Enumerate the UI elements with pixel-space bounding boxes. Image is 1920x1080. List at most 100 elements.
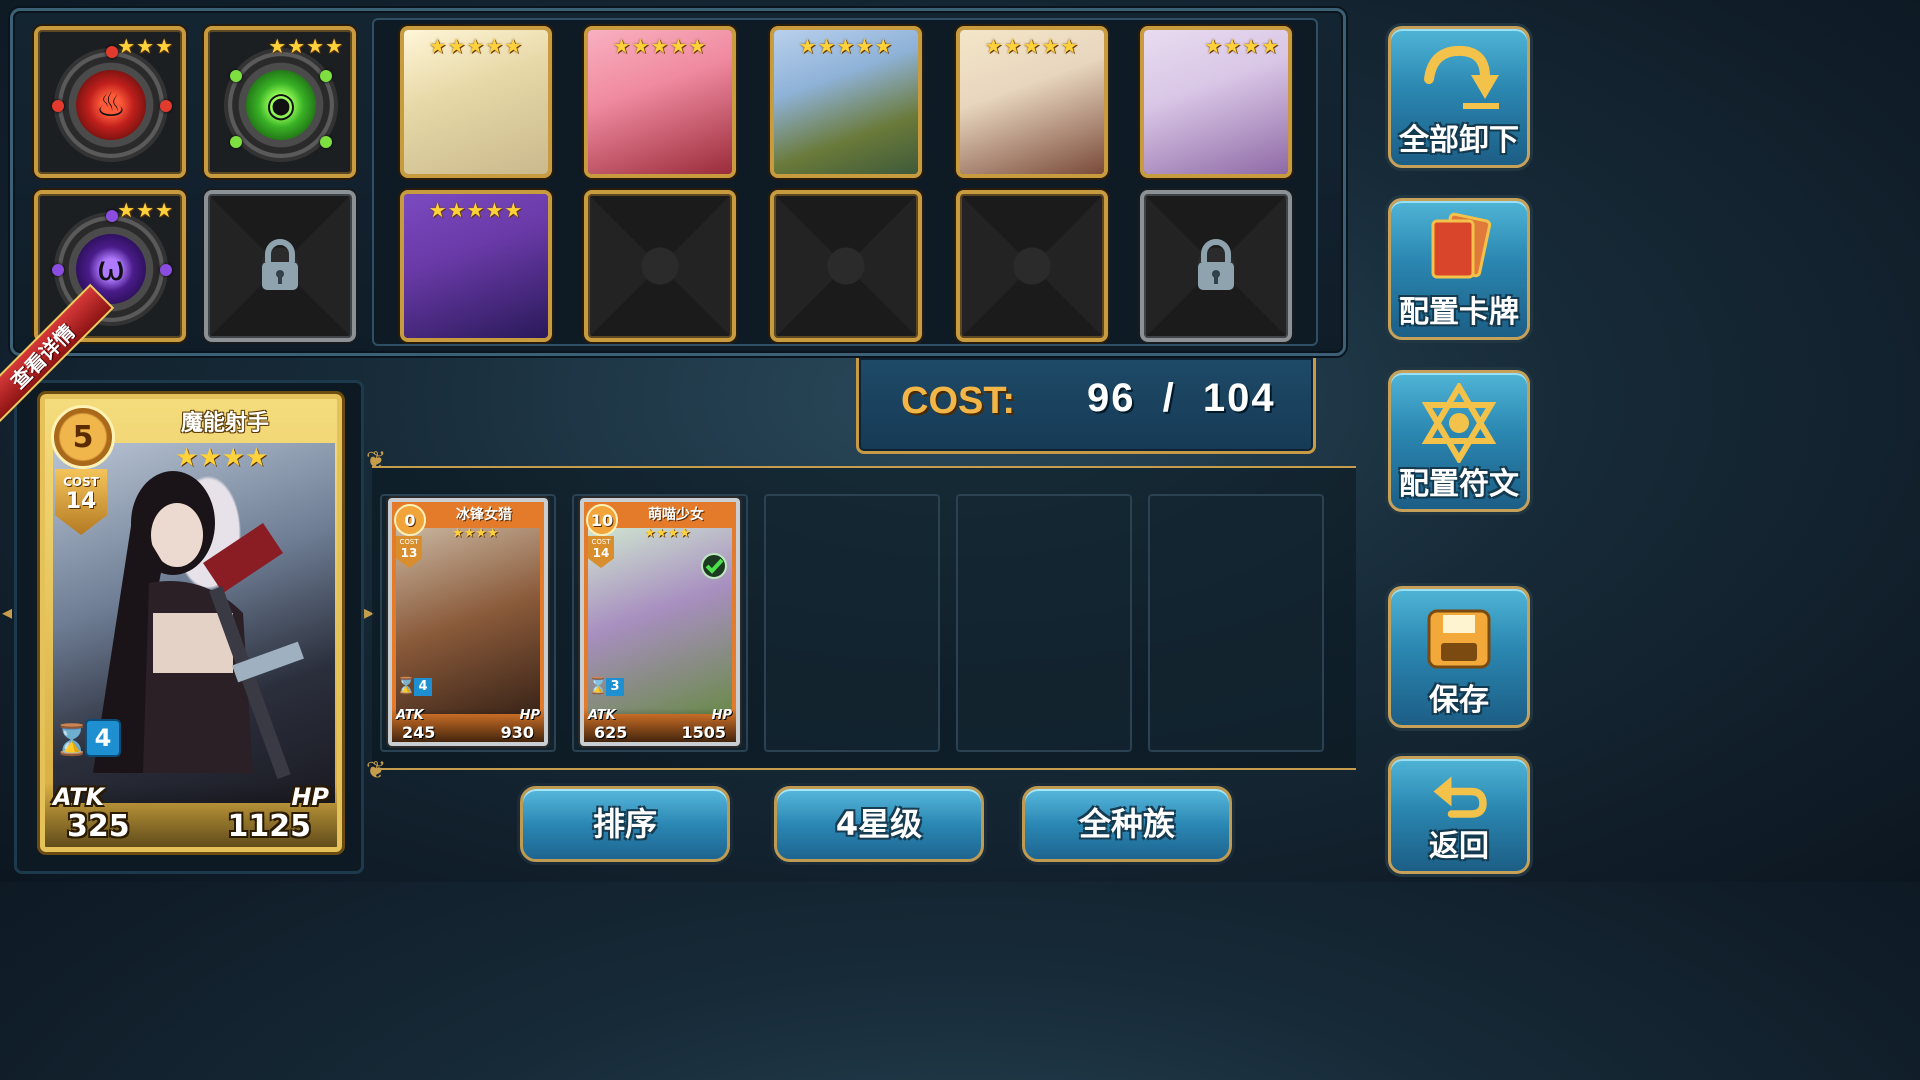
hourglass-icon: ⌛ — [53, 723, 91, 758]
deck-card-5[interactable]: ★★★★ — [1140, 26, 1292, 178]
cost-current: 96 — [1087, 376, 1136, 420]
scroll-ornament-icon: ❦ — [366, 756, 387, 784]
card-cost-value: 14 — [65, 489, 97, 514]
atk-value: 325 — [67, 809, 130, 844]
rune-stars: ★★★ — [117, 34, 174, 58]
unload-all-label: 全部卸下 — [1399, 123, 1519, 158]
atk-label: ATK — [53, 783, 105, 811]
hp-label: HP — [711, 708, 732, 723]
timer-value: 4 — [87, 721, 119, 755]
back-button[interactable]: 返回 — [1388, 756, 1530, 874]
card-stars: ★★★★ — [175, 443, 269, 473]
back-arrow-icon — [1433, 776, 1487, 818]
list-slot — [764, 494, 940, 752]
cards-icon — [1431, 212, 1492, 279]
card-level-badge: 10 — [586, 504, 618, 536]
card-level-badge: 5 — [51, 405, 115, 469]
timer-value: 3 — [606, 678, 624, 696]
deck-slot-empty[interactable] — [956, 190, 1108, 342]
hourglass-icon: ⌛ — [396, 676, 416, 695]
deck-slot-empty[interactable] — [584, 190, 736, 342]
list-card-1[interactable]: 0 冰锋女猎 ★★★★ COST 13 ⌛ 4 ATK 245 HP 930 — [388, 498, 548, 746]
hp-label: HP — [519, 708, 540, 723]
back-label: 返回 — [1429, 829, 1489, 864]
config-cards-button[interactable]: 配置卡牌 — [1388, 198, 1530, 340]
card-stats: ATK 245 HP 930 — [392, 708, 544, 742]
card-name: 冰锋女猎 — [456, 507, 512, 523]
lock-icon — [1198, 239, 1234, 290]
config-runes-button[interactable]: 配置符文 — [1388, 370, 1530, 512]
card-cost-value: 13 — [400, 546, 418, 560]
gem-icon — [160, 100, 172, 112]
eye-rune-icon: ◉ — [266, 85, 296, 125]
deck-card-4[interactable]: ★★★★★ — [956, 26, 1108, 178]
hp-value: 930 — [500, 723, 534, 742]
gem-icon — [52, 264, 64, 276]
card-stars: ★★★★★ — [612, 34, 708, 58]
card-cost-value: 14 — [592, 546, 610, 560]
hourglass-icon: ⌛ — [588, 676, 608, 695]
config-runes-label: 配置符文 — [1399, 467, 1519, 502]
card-cost-label: COST — [63, 475, 99, 489]
save-disk-icon — [1427, 609, 1491, 669]
deck-card-2[interactable]: ★★★★★ — [584, 26, 736, 178]
deck-card-3[interactable]: ★★★★★ — [770, 26, 922, 178]
card-level-badge: 0 — [394, 504, 426, 536]
card-wait-timer: ⌛ 4 — [53, 719, 123, 759]
atk-label: ATK — [588, 708, 616, 723]
save-button[interactable]: 保存 — [1388, 586, 1530, 728]
card-stars: ★★★★★ — [984, 34, 1080, 58]
gem-icon — [230, 136, 242, 148]
fire-rune-icon: ♨ — [95, 85, 127, 125]
list-slot — [1148, 494, 1324, 752]
atk-value: 625 — [594, 723, 628, 742]
left-arrow-icon: ◂ — [2, 600, 13, 624]
card-stars: ★★★★★ — [798, 34, 894, 58]
cost-separator: / — [1162, 376, 1176, 420]
cost-label: COST: — [901, 380, 1015, 422]
card-cost-label: COST — [399, 538, 419, 546]
lock-icon — [262, 239, 298, 290]
check-icon — [701, 553, 727, 579]
rune-slot-locked[interactable] — [204, 190, 356, 342]
atk-label: ATK — [396, 708, 424, 723]
cost-max: 104 — [1202, 376, 1276, 420]
gem-icon — [52, 100, 64, 112]
star-filter-button[interactable]: 4星级 — [774, 786, 984, 862]
card-name: 魔能射手 — [180, 411, 269, 436]
gem-icon — [320, 136, 332, 148]
deck-card-6[interactable]: ★★★★★ — [400, 190, 552, 342]
unload-all-button[interactable]: 全部卸下 — [1388, 26, 1530, 168]
card-stars: ★★★★ — [452, 526, 499, 541]
scroll-ornament-icon: ❦ — [366, 446, 387, 474]
card-stars: ★★★★ — [644, 526, 691, 541]
card-stars: ★★★★★ — [428, 198, 524, 222]
selected-card[interactable]: 5 魔能射手 ★★★★ COST 14 ⌛ 4 ATK 325 HP 1125 — [40, 394, 342, 852]
gem-icon — [230, 70, 242, 82]
hp-label: HP — [291, 783, 329, 811]
cost-value: 96 / 104 — [1087, 376, 1276, 421]
rune-slot-2[interactable]: ◉ ★★★★ — [204, 26, 356, 178]
gem-icon — [320, 70, 332, 82]
list-slot — [956, 494, 1132, 752]
deck-slot-locked[interactable] — [1140, 190, 1292, 342]
list-card-2[interactable]: 10 萌喵少女 ★★★★ COST 14 ⌛ 3 ATK 625 HP 1505 — [580, 498, 740, 746]
config-cards-label: 配置卡牌 — [1399, 295, 1519, 330]
rune-stars: ★★★ — [117, 198, 174, 222]
hexagram-icon — [1421, 383, 1497, 463]
race-filter-button[interactable]: 全种族 — [1022, 786, 1232, 862]
card-stats: ATK 625 HP 1505 — [584, 708, 736, 742]
deck-slot-empty[interactable] — [770, 190, 922, 342]
card-stars: ★★★★★ — [428, 34, 524, 58]
deck-card-1[interactable]: ★★★★★ — [400, 26, 552, 178]
rune-stars: ★★★★ — [268, 34, 344, 58]
card-stats: ATK 325 HP 1125 — [45, 783, 337, 847]
atk-value: 245 — [402, 723, 436, 742]
rune-slot-1[interactable]: ♨ ★★★ — [34, 26, 186, 178]
cost-display: COST: 96 / 104 — [856, 358, 1316, 454]
save-label: 保存 — [1429, 683, 1489, 718]
sort-button[interactable]: 排序 — [520, 786, 730, 862]
hp-value: 1505 — [681, 723, 726, 742]
gem-icon — [160, 264, 172, 276]
unload-arrow-icon — [1424, 45, 1499, 109]
